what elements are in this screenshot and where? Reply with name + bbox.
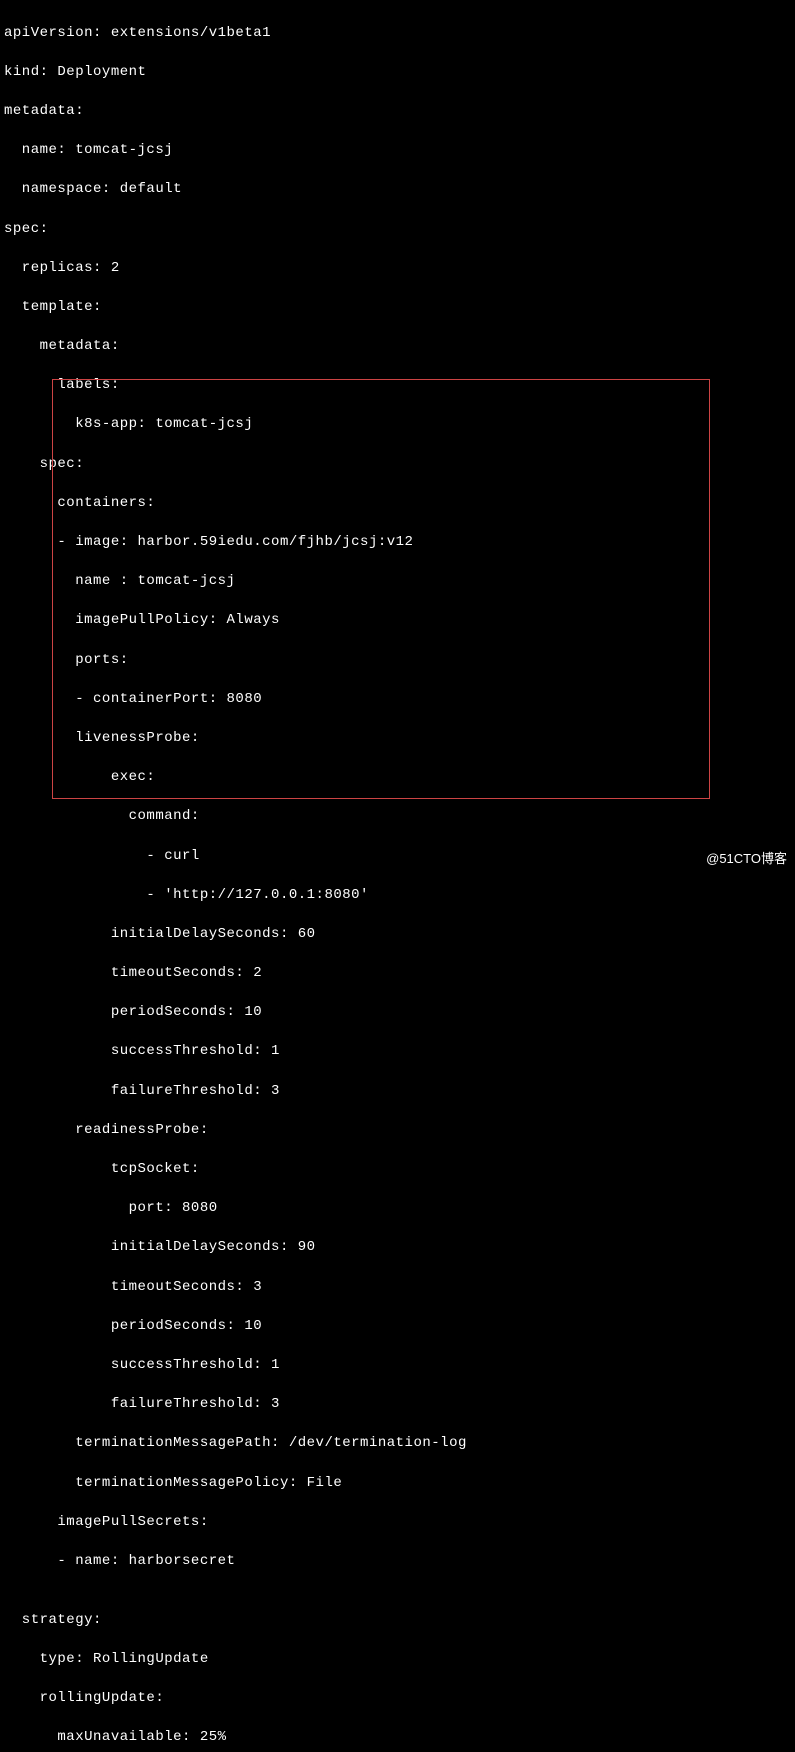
yaml-line: initialDelaySeconds: 90 — [4, 1238, 791, 1258]
yaml-line: port: 8080 — [4, 1199, 791, 1219]
yaml-line: strategy: — [4, 1611, 791, 1631]
yaml-line: tcpSocket: — [4, 1160, 791, 1180]
yaml-line: spec: — [4, 220, 791, 240]
yaml-line: failureThreshold: 3 — [4, 1395, 791, 1415]
yaml-line: readinessProbe: — [4, 1121, 791, 1141]
yaml-line: type: RollingUpdate — [4, 1650, 791, 1670]
yaml-line: labels: — [4, 376, 791, 396]
yaml-line: command: — [4, 807, 791, 827]
yaml-line: timeoutSeconds: 3 — [4, 1278, 791, 1298]
yaml-line: kind: Deployment — [4, 63, 791, 83]
yaml-line: timeoutSeconds: 2 — [4, 964, 791, 984]
yaml-line: initialDelaySeconds: 60 — [4, 925, 791, 945]
yaml-line: terminationMessagePolicy: File — [4, 1474, 791, 1494]
yaml-line: - 'http://127.0.0.1:8080' — [4, 886, 791, 906]
yaml-line: spec: — [4, 455, 791, 475]
yaml-line: periodSeconds: 10 — [4, 1317, 791, 1337]
yaml-line: maxUnavailable: 25% — [4, 1728, 791, 1748]
yaml-line: metadata: — [4, 102, 791, 122]
yaml-line: exec: — [4, 768, 791, 788]
yaml-line: rollingUpdate: — [4, 1689, 791, 1709]
yaml-line: name: tomcat-jcsj — [4, 141, 791, 161]
yaml-line: k8s-app: tomcat-jcsj — [4, 415, 791, 435]
yaml-line: - curl — [4, 847, 791, 867]
yaml-line: terminationMessagePath: /dev/termination… — [4, 1434, 791, 1454]
yaml-line: - image: harbor.59iedu.com/fjhb/jcsj:v12 — [4, 533, 791, 553]
yaml-line: failureThreshold: 3 — [4, 1082, 791, 1102]
yaml-line: successThreshold: 1 — [4, 1356, 791, 1376]
yaml-line: template: — [4, 298, 791, 318]
yaml-line: ports: — [4, 651, 791, 671]
yaml-line: - name: harborsecret — [4, 1552, 791, 1572]
yaml-line: livenessProbe: — [4, 729, 791, 749]
yaml-line: replicas: 2 — [4, 259, 791, 279]
yaml-line: apiVersion: extensions/v1beta1 — [4, 24, 791, 44]
terminal-output: apiVersion: extensions/v1beta1 kind: Dep… — [4, 4, 791, 1752]
yaml-line: name : tomcat-jcsj — [4, 572, 791, 592]
yaml-line: containers: — [4, 494, 791, 514]
yaml-line: imagePullPolicy: Always — [4, 611, 791, 631]
yaml-line: metadata: — [4, 337, 791, 357]
yaml-line: namespace: default — [4, 180, 791, 200]
yaml-line: successThreshold: 1 — [4, 1042, 791, 1062]
yaml-line: - containerPort: 8080 — [4, 690, 791, 710]
yaml-line: periodSeconds: 10 — [4, 1003, 791, 1023]
watermark-text: @51CTO博客 — [706, 850, 787, 868]
yaml-line: imagePullSecrets: — [4, 1513, 791, 1533]
